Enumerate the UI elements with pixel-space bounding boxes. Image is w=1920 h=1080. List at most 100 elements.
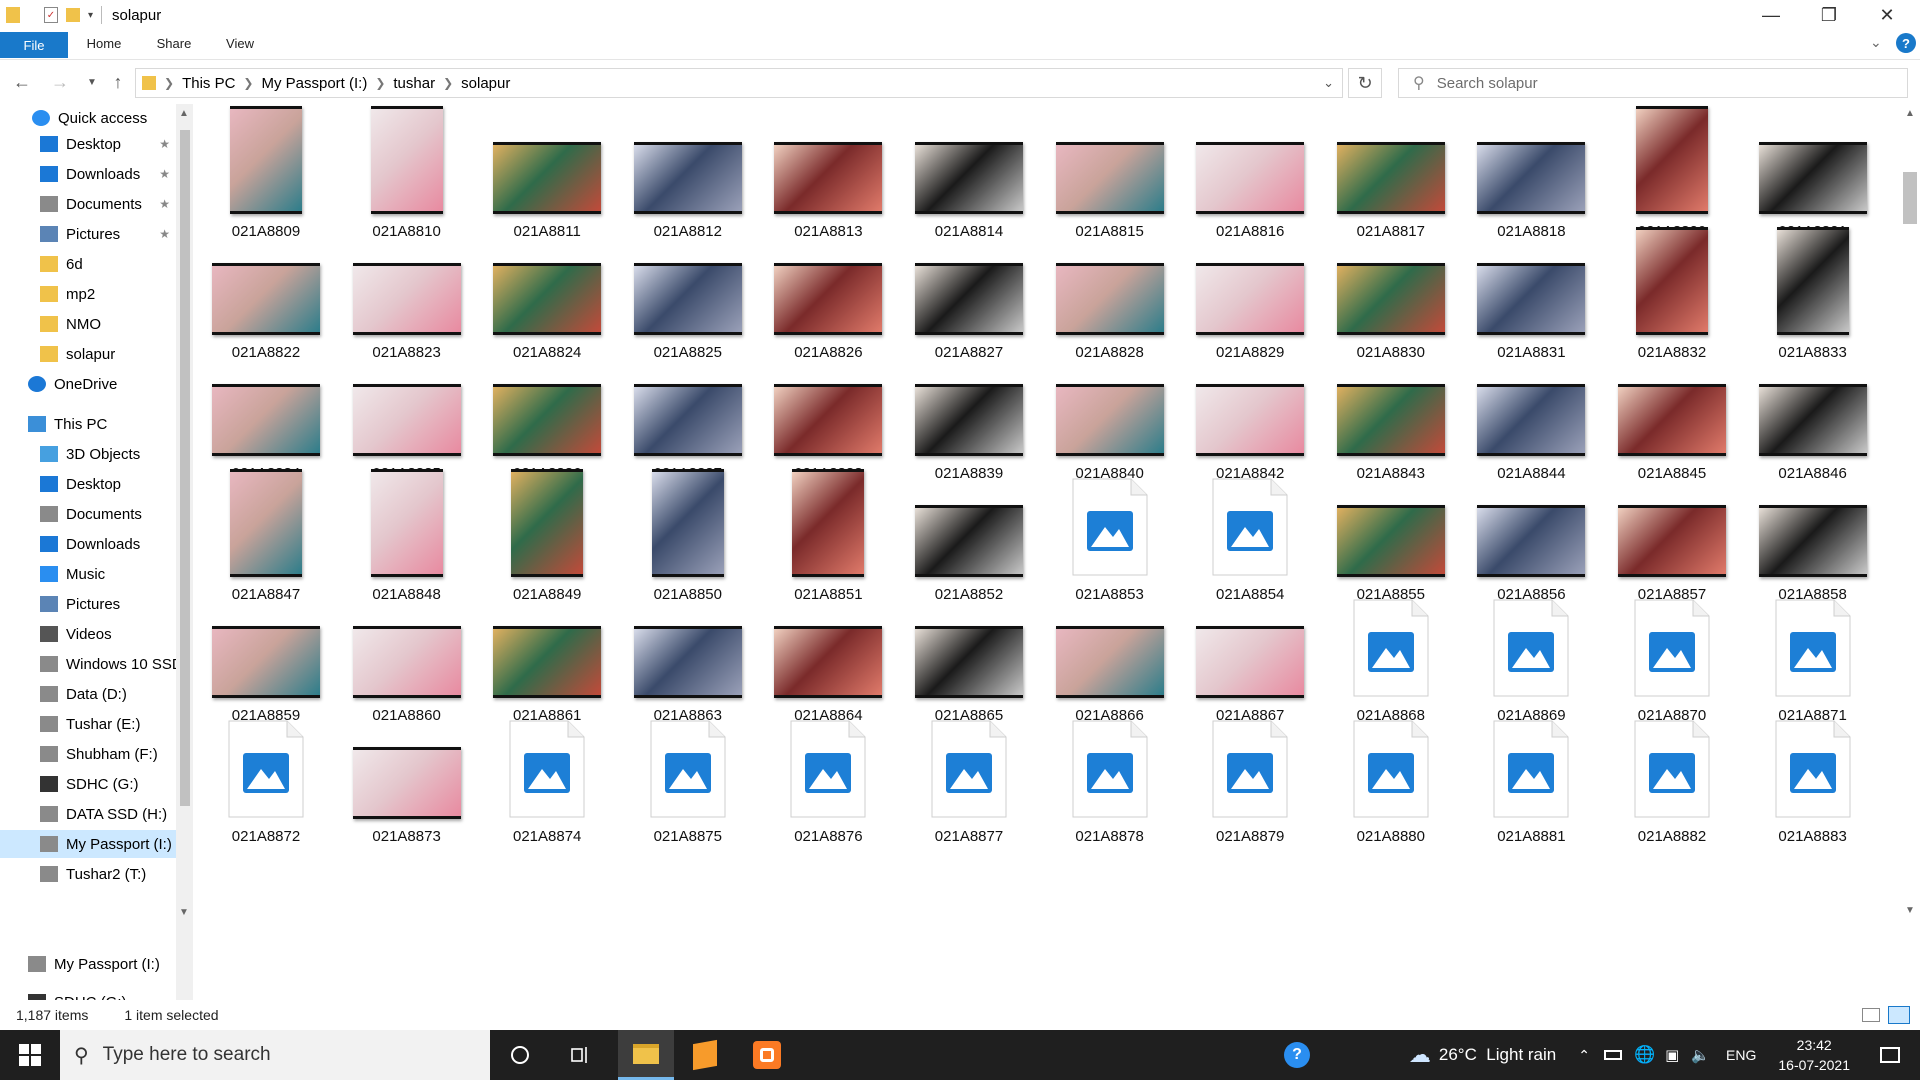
nav-label: Desktop (66, 475, 122, 493)
file-tile[interactable]: 021A8874 (477, 699, 617, 847)
breadcrumb-my-passport[interactable]: My Passport (I:) (261, 75, 367, 92)
sidebar-item-data-d-[interactable]: Data (D:) (0, 680, 176, 708)
scroll-up-arrow-icon[interactable]: ▲ (179, 108, 189, 119)
help-assistant-icon[interactable]: ? (1272, 1030, 1322, 1080)
details-view-icon[interactable] (1862, 1008, 1880, 1022)
breadcrumb-this-pc[interactable]: This PC (182, 75, 235, 92)
network-globe-icon[interactable]: 🌐 (1634, 1045, 1655, 1065)
sidebar-item-downloads[interactable]: Downloads (0, 530, 176, 558)
sidebar-item-quick-access[interactable]: Quick access (0, 104, 176, 132)
sidebar-item-shubham-f-[interactable]: Shubham (F:) (0, 740, 176, 768)
tab-home[interactable]: Home (74, 30, 134, 56)
nav-label: Documents (66, 505, 142, 523)
sidebar-item-documents[interactable]: Documents ★ (0, 190, 176, 218)
properties-icon[interactable]: ✓ (44, 7, 58, 23)
recent-locations-button[interactable]: ▼ (80, 70, 104, 94)
scroll-down-arrow-icon[interactable]: ▼ (179, 907, 189, 918)
sidebar-item-windows-10-ssd[interactable]: Windows 10 SSD (0, 650, 176, 678)
content-scrollbar[interactable]: ▲ ▼ (1900, 104, 1920, 1000)
sidebar-item-videos[interactable]: Videos (0, 620, 176, 648)
cortana-icon[interactable] (495, 1030, 545, 1080)
sidebar-scroll-thumb[interactable] (180, 130, 190, 806)
file-tile[interactable]: 021A8872 (196, 699, 336, 847)
volume-icon[interactable]: 🔈 (1691, 1046, 1710, 1064)
sidebar-item-sdhc-root[interactable]: SDHC (G:) (0, 988, 176, 1000)
file-tile[interactable]: 021A8879 (1180, 699, 1320, 847)
battery-icon[interactable] (1603, 1050, 1622, 1060)
image-thumbnail (1196, 142, 1305, 214)
file-tile[interactable]: 021A8877 (899, 699, 1039, 847)
sidebar-item-tushar-e-[interactable]: Tushar (E:) (0, 710, 176, 738)
language-indicator[interactable]: ENG (1726, 1047, 1756, 1063)
scroll-down-arrow-icon[interactable]: ▼ (1905, 905, 1915, 916)
folder-icon (40, 446, 58, 462)
expand-ribbon-icon[interactable]: ⌄ (1870, 34, 1882, 51)
sidebar-item-desktop[interactable]: Desktop ★ (0, 130, 176, 158)
content-scroll-thumb[interactable] (1903, 172, 1917, 224)
device-icon[interactable]: ▣ (1665, 1046, 1679, 1064)
xampp-icon[interactable] (742, 1030, 792, 1080)
chevron-down-icon[interactable]: ⌄ (1323, 75, 1334, 91)
tab-share[interactable]: Share (144, 30, 204, 56)
back-button[interactable]: ← (10, 70, 34, 94)
sidebar-item-my-passport-i-[interactable]: My Passport (I:) (0, 830, 176, 858)
breadcrumb-solapur[interactable]: solapur (461, 75, 510, 92)
sidebar-item-my-passport-root[interactable]: My Passport (I:) (0, 950, 176, 978)
new-folder-icon[interactable] (66, 8, 80, 22)
forward-button[interactable]: → (48, 70, 72, 94)
sidebar-item-pictures[interactable]: Pictures (0, 590, 176, 618)
sidebar-item-sdhc-g-[interactable]: SDHC (G:) (0, 770, 176, 798)
cloud-rain-icon[interactable]: ☁ (1409, 1042, 1431, 1068)
sidebar-item-pictures[interactable]: Pictures ★ (0, 220, 176, 248)
search-input[interactable]: Search solapur (1437, 75, 1538, 92)
weather-text[interactable]: 26°C Light rain (1439, 1045, 1556, 1065)
file-tile[interactable]: 021A8878 (1040, 699, 1180, 847)
chevron-up-icon[interactable]: ⌃ (1578, 1047, 1590, 1064)
tab-file[interactable]: File (0, 32, 68, 58)
sidebar-item-onedrive[interactable]: OneDrive (0, 370, 176, 398)
sidebar-item-tushar2-t-[interactable]: Tushar2 (T:) (0, 860, 176, 888)
sidebar-item-data-ssd-h-[interactable]: DATA SSD (H:) (0, 800, 176, 828)
start-button[interactable] (0, 1030, 60, 1080)
sidebar-item-this-pc[interactable]: This PC (0, 410, 176, 438)
taskbar-search[interactable]: ⚲ Type here to search (60, 1030, 490, 1080)
task-view-icon[interactable] (555, 1030, 605, 1080)
sidebar-item-desktop[interactable]: Desktop (0, 470, 176, 498)
breadcrumb-tushar[interactable]: tushar (393, 75, 435, 92)
minimize-button[interactable]: — (1742, 0, 1800, 30)
file-tile[interactable]: 021A8882 (1602, 699, 1742, 847)
sidebar-item-mp2[interactable]: mp2 (0, 280, 176, 308)
scroll-up-arrow-icon[interactable]: ▲ (1905, 108, 1915, 119)
sidebar-item-downloads[interactable]: Downloads ★ (0, 160, 176, 188)
refresh-button[interactable]: ↻ (1348, 68, 1382, 98)
file-tile[interactable]: 021A8876 (758, 699, 898, 847)
help-icon[interactable]: ? (1896, 33, 1916, 53)
image-file-icon (1633, 598, 1711, 698)
file-name: 021A8873 (372, 828, 441, 845)
sidebar-item-documents[interactable]: Documents (0, 500, 176, 528)
file-tile[interactable]: 021A8881 (1461, 699, 1601, 847)
sublime-text-icon[interactable] (680, 1030, 730, 1080)
notifications-icon[interactable] (1880, 1047, 1900, 1063)
large-icons-view-icon[interactable] (1888, 1006, 1910, 1024)
customize-toolbar-icon[interactable]: ▾ (88, 10, 93, 21)
file-tile[interactable]: 021A8875 (618, 699, 758, 847)
sidebar-item-music[interactable]: Music (0, 560, 176, 588)
sidebar-item-3d-objects[interactable]: 3D Objects (0, 440, 176, 468)
up-button[interactable]: ↑ (106, 70, 130, 94)
address-bar[interactable]: ❯ This PC ❯ My Passport (I:) ❯ tushar ❯ … (135, 68, 1343, 98)
file-explorer-taskbar-icon[interactable] (618, 1030, 674, 1080)
search-box[interactable]: ⚲ Search solapur (1398, 68, 1908, 98)
taskbar-search-input[interactable]: Type here to search (103, 1044, 271, 1066)
file-tile[interactable]: 021A8873 (337, 699, 477, 847)
clock[interactable]: 23:42 16-07-2021 (1778, 1035, 1850, 1075)
file-tile[interactable]: 021A8880 (1321, 699, 1461, 847)
restore-button[interactable]: ❐ (1800, 0, 1858, 30)
sidebar-item-solapur[interactable]: solapur (0, 340, 176, 368)
image-thumbnail (651, 469, 724, 577)
file-tile[interactable]: 021A8883 (1743, 699, 1883, 847)
sidebar-item-6d[interactable]: 6d (0, 250, 176, 278)
close-button[interactable]: ✕ (1858, 0, 1916, 30)
sidebar-item-nmo[interactable]: NMO (0, 310, 176, 338)
tab-view[interactable]: View (210, 30, 270, 56)
